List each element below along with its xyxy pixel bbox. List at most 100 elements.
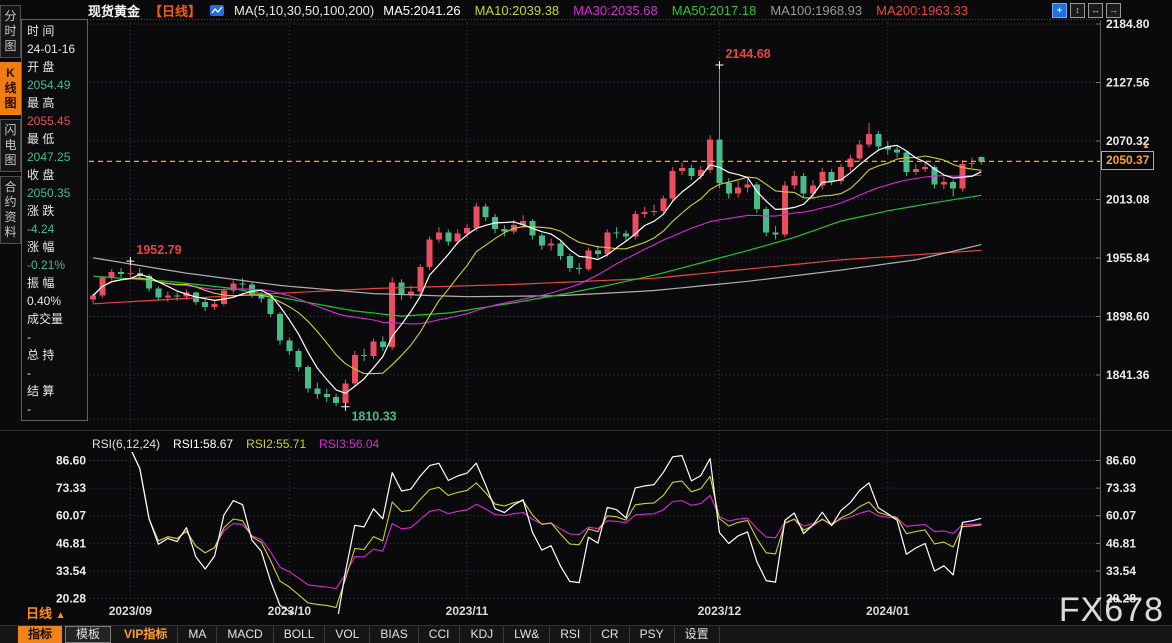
- candle: [782, 185, 788, 234]
- footer-tab-RSI[interactable]: RSI: [550, 626, 591, 643]
- candle: [567, 256, 573, 268]
- candle: [773, 232, 779, 234]
- candle: [941, 182, 947, 184]
- axis-pan-icon[interactable]: ↔: [1088, 3, 1103, 18]
- chart-canvas[interactable]: 2184.802127.562070.322013.081955.841898.…: [0, 0, 1172, 643]
- info-value: 24-01-16: [27, 40, 87, 58]
- rsi-axis-label-right: 86.60: [1106, 454, 1136, 468]
- price-axis-label: 2013.08: [1106, 193, 1150, 207]
- candle: [978, 157, 984, 161]
- sidebar-tab-fenshitu[interactable]: 分时图: [0, 5, 21, 58]
- price-axis-label: 2184.80: [1106, 17, 1150, 31]
- ma-value-label: MA5:2041.26: [383, 3, 460, 18]
- info-value: 2047.25: [27, 148, 87, 166]
- info-label: 成交量: [27, 310, 87, 328]
- rsi-values: RSI1:58.67RSI2:55.71RSI3:56.04: [173, 437, 379, 451]
- info-label: 时 间: [27, 22, 87, 40]
- date-axis-label: 2024/01: [866, 604, 910, 618]
- chart-toolbar: +↕↔→: [1052, 3, 1121, 18]
- period-selector-label: 日线: [26, 606, 52, 621]
- info-label: 涨 幅: [27, 238, 87, 256]
- candle: [894, 150, 900, 153]
- rsi-axis-label-left: 73.33: [56, 481, 86, 495]
- candle: [838, 167, 844, 181]
- indicator-icon: [210, 4, 225, 17]
- crosshair-icon[interactable]: +: [1052, 3, 1067, 18]
- quote-info-panel: 时 间24-01-16开 盘2054.49最 高2055.45最 低2047.2…: [21, 19, 88, 421]
- ma-line: [102, 433, 981, 608]
- candle: [595, 251, 601, 254]
- footer-tab-BOLL[interactable]: BOLL: [274, 626, 326, 643]
- footer-tab-PSY[interactable]: PSY: [630, 626, 675, 643]
- footer-tab-LW&[interactable]: LW&: [504, 626, 550, 643]
- info-label: 最 低: [27, 130, 87, 148]
- candle: [698, 170, 704, 176]
- candle: [903, 153, 909, 172]
- rsi-axis-label-right: 73.33: [1106, 481, 1136, 495]
- rsi-axis-label-left: 33.54: [56, 564, 86, 578]
- info-value: 0.40%: [27, 292, 87, 310]
- candle: [866, 134, 872, 144]
- info-label: 收 盘: [27, 166, 87, 184]
- footer-tab-指标[interactable]: 指标: [18, 626, 62, 643]
- sidebar-tab-kxiantu[interactable]: K线图: [0, 62, 21, 115]
- indicator-tab-bar: 指标模板VIP指标MAMACDBOLLVOLBIASCCIKDJLW&RSICR…: [0, 625, 1172, 643]
- sidebar: 分时图 K线图闪电图合约资料: [0, 5, 21, 248]
- price-annotation: 1952.79: [136, 243, 181, 257]
- ma-value-label: MA50:2017.18: [672, 3, 757, 18]
- footer-tab-VIP指标[interactable]: VIP指标: [114, 626, 178, 643]
- candlestick-layer: [90, 65, 984, 407]
- footer-tab-BIAS[interactable]: BIAS: [370, 626, 418, 643]
- candle: [464, 228, 470, 233]
- candle: [174, 296, 180, 297]
- footer-tab-CR[interactable]: CR: [591, 626, 629, 643]
- candle: [473, 207, 479, 228]
- footer-tab-KDJ[interactable]: KDJ: [460, 626, 504, 643]
- candle: [212, 304, 218, 307]
- footer-tab-模板[interactable]: 模板: [65, 626, 111, 643]
- sidebar-tab-shandiantu[interactable]: 闪电图: [0, 119, 21, 172]
- info-label: 总 持: [27, 346, 87, 364]
- candle: [361, 355, 367, 356]
- rsi-header: RSI(6,12,24) RSI1:58.67RSI2:55.71RSI3:56…: [92, 437, 379, 451]
- candle: [801, 176, 807, 193]
- rsi-value-label: RSI1:58.67: [173, 437, 233, 451]
- ma-values: MA5:2041.26MA10:2039.38MA30:2035.68MA50:…: [383, 3, 968, 18]
- candle: [829, 172, 835, 181]
- trading-app: 2184.802127.562070.322013.081955.841898.…: [0, 0, 1172, 643]
- candle: [221, 291, 227, 304]
- price-annotation: 1810.33: [351, 410, 396, 424]
- candle: [922, 167, 928, 169]
- chart-header: 现货黄金 【日线】 MA(5,10,30,50,100,200) MA5:204…: [88, 0, 968, 20]
- sidebar-tab-heyueziliao[interactable]: 合约资料: [0, 176, 21, 244]
- period-selector[interactable]: 日线 ▲: [26, 603, 66, 622]
- candle: [745, 184, 751, 187]
- rsi-value-label: RSI3:56.04: [319, 437, 379, 451]
- candle: [445, 232, 451, 241]
- candle: [670, 171, 676, 199]
- date-axis-label: 2023/09: [109, 604, 153, 618]
- rsi-axis-label-right: 60.07: [1106, 509, 1136, 523]
- date-axis-label: 2023/11: [446, 604, 489, 618]
- ma-value-label: MA100:1968.93: [770, 3, 862, 18]
- current-price-badge: 2050.37: [1101, 151, 1154, 170]
- candle: [399, 282, 405, 294]
- candle: [847, 159, 853, 167]
- ma-line: [102, 433, 981, 589]
- axis-scale-icon[interactable]: ↕: [1070, 3, 1085, 18]
- info-value: -4.24: [27, 220, 87, 238]
- footer-tab-MACD[interactable]: MACD: [217, 626, 273, 643]
- candle: [651, 211, 657, 212]
- footer-tab-CCI[interactable]: CCI: [419, 626, 461, 643]
- rsi-axis-label-right: 33.54: [1106, 564, 1136, 578]
- footer-tab-MA[interactable]: MA: [178, 626, 217, 643]
- axis-shift-icon[interactable]: →: [1106, 3, 1121, 18]
- footer-tab-VOL[interactable]: VOL: [325, 626, 370, 643]
- info-value: -: [27, 328, 87, 346]
- footer-tab-设置[interactable]: 设置: [675, 626, 720, 643]
- candle: [857, 144, 863, 158]
- candle: [305, 367, 311, 388]
- info-label: 结 算: [27, 382, 87, 400]
- info-value: 2054.49: [27, 76, 87, 94]
- candle: [791, 176, 797, 185]
